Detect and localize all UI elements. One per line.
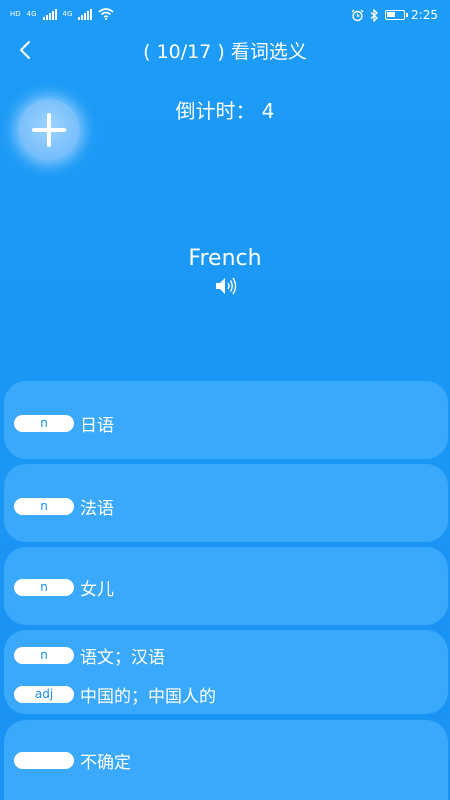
option-row: n 语文；汉语 [14, 643, 165, 668]
option-row: n 女儿 [14, 575, 114, 600]
signal-icon [42, 8, 57, 20]
network-label-1: 4G [26, 9, 37, 18]
answer-option-unsure[interactable]: 不确定 [4, 720, 448, 800]
option-row: n 法语 [14, 494, 114, 519]
pos-pill: n [14, 415, 74, 432]
option-meaning: 法语 [80, 499, 114, 519]
option-meaning: 中国的；中国人的 [80, 687, 216, 707]
pos-pill [14, 752, 74, 769]
signal-icon-2 [78, 8, 93, 20]
pos-pill: n [14, 647, 74, 664]
answer-option-2[interactable]: n 法语 [4, 464, 448, 542]
status-right: 2:25 [351, 8, 438, 22]
option-meaning: 语文；汉语 [80, 648, 165, 668]
option-row: n 日语 [14, 411, 114, 436]
status-time: 2:25 [411, 8, 438, 22]
battery-icon [385, 10, 409, 20]
option-row: 不确定 [14, 748, 131, 773]
network-label-2: 4G [62, 9, 73, 18]
wifi-icon [98, 8, 114, 20]
answer-option-3[interactable]: n 女儿 [4, 547, 448, 625]
option-meaning: 日语 [80, 416, 114, 436]
pos-pill: n [14, 579, 74, 596]
alarm-icon [351, 9, 364, 21]
add-word-button[interactable] [18, 99, 80, 161]
hd-label: HD [10, 9, 21, 18]
status-left: HD 4G 4G [10, 8, 114, 20]
speaker-icon[interactable] [213, 275, 239, 297]
pos-pill: n [14, 498, 74, 515]
status-bar: HD 4G 4G 2:25 [0, 0, 450, 32]
bluetooth-icon [370, 8, 378, 22]
answer-option-1[interactable]: n 日语 [4, 381, 448, 459]
answer-option-4[interactable]: n 语文；汉语 adj 中国的；中国人的 [4, 630, 448, 714]
option-row: adj 中国的；中国人的 [14, 682, 216, 707]
option-meaning: 女儿 [80, 580, 114, 600]
pos-pill: adj [14, 686, 74, 703]
page-title: ( 10/17 ) 看词选义 [143, 41, 307, 63]
option-meaning: 不确定 [80, 753, 131, 773]
vocab-word: French [188, 246, 262, 271]
